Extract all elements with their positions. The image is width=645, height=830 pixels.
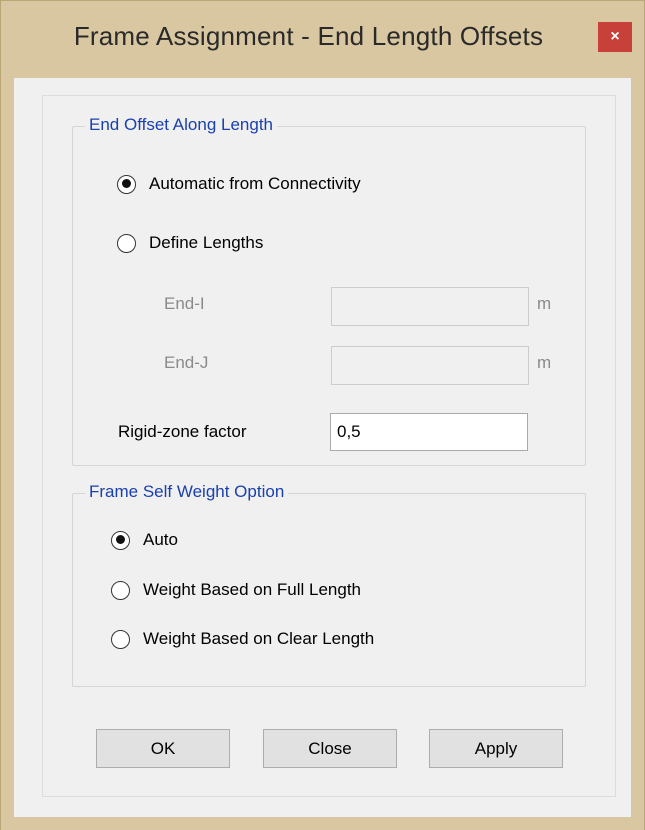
end-j-unit: m xyxy=(537,353,552,372)
radio-button[interactable] xyxy=(111,629,130,649)
content-panel: End Offset Along Length Automatic from C… xyxy=(42,95,616,797)
radio-label: Automatic from Connectivity xyxy=(149,174,361,193)
radio-label: Weight Based on Clear Length xyxy=(143,629,375,648)
end-offset-legend: End Offset Along Length xyxy=(85,115,277,135)
window-frame-bottom xyxy=(1,817,644,830)
window-title: Frame Assignment - End Length Offsets xyxy=(73,21,544,51)
radio-full-length[interactable]: Weight Based on Full Length xyxy=(111,580,361,600)
title-bar[interactable]: Frame Assignment - End Length Offsets × xyxy=(1,1,644,78)
end-i-unit: m xyxy=(537,294,552,313)
end-i-label: End-I xyxy=(164,294,205,313)
rigid-zone-factor-input[interactable] xyxy=(330,413,528,451)
radio-label: Define Lengths xyxy=(149,233,264,252)
window-frame-right xyxy=(631,78,644,830)
radio-button[interactable] xyxy=(111,580,130,600)
radio-define-lengths[interactable]: Define Lengths xyxy=(117,233,263,253)
end-offset-group: End Offset Along Length Automatic from C… xyxy=(72,115,586,466)
dialog-body: End Offset Along Length Automatic from C… xyxy=(14,78,631,817)
radio-label: Auto xyxy=(143,530,178,549)
close-icon[interactable]: × xyxy=(598,22,632,52)
apply-button[interactable]: Apply xyxy=(429,729,563,768)
radio-button-checked[interactable] xyxy=(111,530,130,550)
end-j-field[interactable] xyxy=(331,346,529,385)
self-weight-group: Frame Self Weight Option Auto Weight Bas… xyxy=(72,482,586,687)
dialog-window: Frame Assignment - End Length Offsets × … xyxy=(0,0,645,830)
radio-automatic-connectivity[interactable]: Automatic from Connectivity xyxy=(117,174,361,194)
radio-button[interactable] xyxy=(117,233,136,253)
self-weight-legend: Frame Self Weight Option xyxy=(85,482,289,502)
end-j-label: End-J xyxy=(164,353,209,372)
close-button[interactable]: Close xyxy=(263,729,397,768)
radio-auto[interactable]: Auto xyxy=(111,530,178,550)
end-i-field[interactable] xyxy=(331,287,529,326)
rigid-zone-label: Rigid-zone factor xyxy=(118,422,247,441)
radio-clear-length[interactable]: Weight Based on Clear Length xyxy=(111,629,374,649)
radio-label: Weight Based on Full Length xyxy=(143,580,361,599)
ok-button[interactable]: OK xyxy=(96,729,230,768)
window-frame-left xyxy=(1,78,14,830)
radio-button-checked[interactable] xyxy=(117,174,136,194)
